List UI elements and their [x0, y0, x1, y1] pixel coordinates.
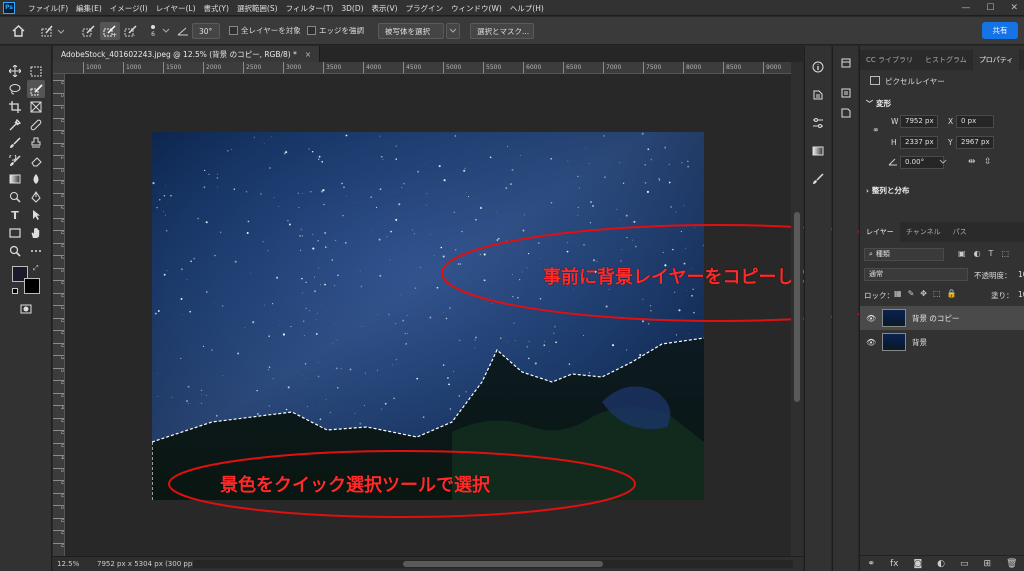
height-label: H [891, 138, 897, 147]
align-section-header[interactable]: › 整列と分布 [866, 185, 909, 196]
layer-row-background[interactable]: 👁 背景 [860, 330, 1024, 354]
layer-thumbnail [882, 309, 906, 327]
filter-pixel-icon[interactable]: ▣ [958, 249, 966, 258]
document-dimensions: 7952 px x 5304 px (300 ppi) [97, 560, 197, 568]
libraries-icon[interactable] [837, 54, 855, 72]
info-icon[interactable] [809, 58, 827, 76]
layer-kind-label: ピクセルレイヤー [885, 77, 945, 86]
new-layer-icon[interactable]: ⊞ [983, 559, 991, 569]
new-group-icon[interactable]: ▭ [960, 559, 969, 569]
tab-channels[interactable]: チャンネル [900, 222, 947, 242]
width-label: W [891, 117, 899, 126]
y-label: Y [948, 138, 953, 147]
layers-footer: ⚭ fx ◙ ◐ ▭ ⊞ 🗑 [860, 555, 1024, 571]
new-adjustment-icon[interactable]: ◐ [937, 559, 945, 569]
filter-type-icon[interactable]: T [989, 249, 994, 258]
panel-icon-strip-2 [832, 46, 858, 571]
vertical-scrollbar[interactable] [791, 62, 803, 556]
tab-histogram[interactable]: ヒストグラム [919, 50, 973, 70]
annotation-bottom-text: 景色をクイック選択ツールで選択 [220, 475, 490, 496]
properties-tabs: CC ライブラリ ヒストグラム プロパティ [860, 50, 1024, 70]
lock-icons: ▦ ✎ ✥ ⬚ 🔒 [894, 289, 957, 298]
search-icon: ⌕ [869, 250, 873, 258]
filter-adjustment-icon[interactable]: ◐ [974, 249, 981, 258]
link-icon[interactable]: ⚭ [872, 126, 880, 136]
rotation-field[interactable]: 0.00° [900, 156, 944, 169]
notes-icon[interactable] [837, 104, 855, 122]
align-section-title: 整列と分布 [871, 186, 910, 195]
transform-section-header[interactable]: ﹀ 変形 [866, 98, 891, 109]
chevron-right-icon: › [866, 187, 869, 195]
vertical-scroll-thumb[interactable] [794, 212, 800, 402]
fx-icon[interactable]: fx [890, 559, 899, 569]
layer-filter-value: 種類 [875, 250, 890, 258]
tab-cc-libraries[interactable]: CC ライブラリ [860, 50, 919, 70]
gradients-icon[interactable] [809, 142, 827, 160]
blend-mode-select[interactable]: 通常 [864, 268, 968, 281]
opacity-value[interactable]: 100 [1018, 270, 1024, 279]
panel-icon-strip-1 [804, 46, 831, 571]
delete-layer-icon[interactable]: 🗑 [1006, 559, 1017, 569]
layer-thumbnail [882, 333, 906, 351]
lock-label: ロック： [864, 291, 894, 300]
horizontal-scrollbar[interactable] [193, 560, 793, 568]
angle-icon [888, 157, 898, 168]
add-mask-icon[interactable]: ◙ [913, 559, 922, 569]
x-field[interactable]: 0 px [956, 115, 994, 128]
right-panel: CC ライブラリ ヒストグラム プロパティ ピクセルレイヤー ﹀ 変形 W 795… [859, 46, 1024, 571]
width-field[interactable]: 7952 px [900, 115, 938, 128]
zoom-level[interactable]: 12.5% [57, 560, 79, 568]
flip-vertical-icon[interactable]: ⇳ [984, 157, 992, 167]
brushes-icon[interactable] [809, 170, 827, 188]
filter-shape-icon[interactable]: ⬚ [1001, 249, 1009, 258]
layer-filter-select[interactable]: ⌕ 種類 [864, 248, 944, 261]
pixel-layer-icon [870, 76, 880, 85]
layer-name: 背景 [912, 337, 927, 347]
status-bar: 12.5% 7952 px x 5304 px (300 ppi) [53, 556, 803, 571]
chevron-down-icon[interactable] [939, 158, 947, 167]
chevron-down-icon: ﹀ [866, 100, 873, 108]
fill-value[interactable]: 100 [1018, 290, 1024, 299]
layer-name: 背景 のコピー [912, 313, 960, 323]
layers-tabs: レイヤー チャンネル パス [860, 222, 1024, 242]
lock-transparent-icon[interactable]: ▦ [894, 289, 902, 298]
flip-horizontal-icon[interactable]: ⇹ [968, 157, 976, 167]
adjustments-icon[interactable] [809, 114, 827, 132]
transform-section-title: 変形 [876, 99, 891, 108]
layer-filter-icons: ▣ ◐ T ⬚ [958, 249, 1009, 258]
tab-properties[interactable]: プロパティ [972, 50, 1020, 70]
layer-row-background-copy[interactable]: 👁 背景 のコピー [860, 306, 1024, 330]
tab-layers[interactable]: レイヤー [860, 222, 900, 242]
link-layers-icon[interactable]: ⚭ [867, 559, 875, 569]
visibility-eye-icon[interactable]: 👁 [866, 314, 876, 323]
lock-all-icon[interactable]: 🔒 [947, 289, 957, 298]
lock-position-icon[interactable]: ✥ [920, 289, 927, 298]
properties-icon[interactable] [837, 84, 855, 102]
fill-label: 塗り： [991, 291, 1014, 300]
horizontal-scroll-thumb[interactable] [403, 561, 603, 567]
opacity-label: 不透明度： [974, 271, 1012, 280]
lock-image-icon[interactable]: ✎ [908, 289, 915, 298]
x-label: X [948, 117, 954, 126]
visibility-eye-icon[interactable]: 👁 [866, 338, 876, 347]
history-icon[interactable] [809, 86, 827, 104]
lock-artboard-icon[interactable]: ⬚ [933, 289, 941, 298]
tab-paths[interactable]: パス [947, 222, 973, 242]
y-field[interactable]: 2967 px [956, 136, 994, 149]
height-field[interactable]: 2337 px [900, 136, 938, 149]
